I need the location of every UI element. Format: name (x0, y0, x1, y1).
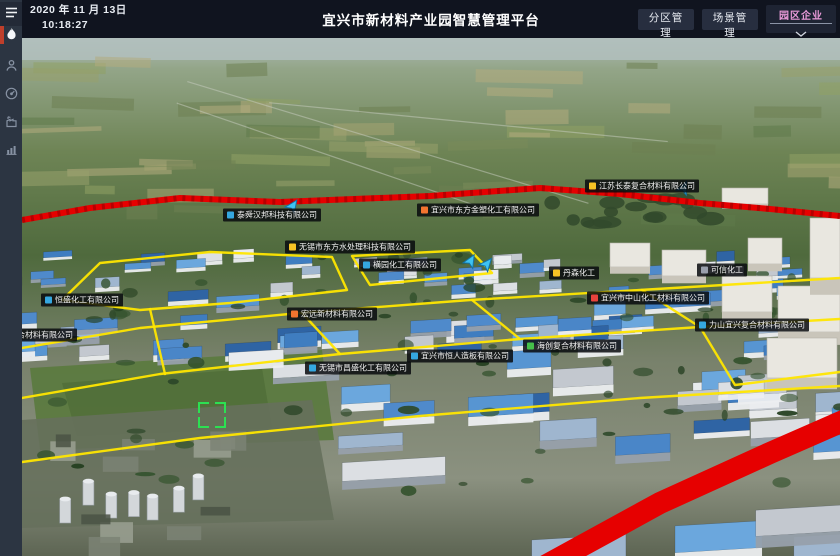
company-label-icon (227, 212, 234, 219)
company-label-icon (591, 295, 598, 302)
company-label[interactable]: 宜兴市恒人造板有限公司 (407, 350, 513, 363)
company-label-icon (527, 343, 534, 350)
company-label[interactable]: 泰舜汉邦科技有限公司 (223, 209, 321, 222)
enterprise-dropdown[interactable]: 园区企业 (766, 5, 836, 33)
scene-management-button[interactable]: 场景管理 (702, 9, 758, 30)
company-label-text: 泰舜汉邦科技有限公司 (237, 209, 317, 222)
company-label-icon (309, 365, 316, 372)
gauge-icon (5, 87, 18, 105)
top-bar: 2020 年 11 月 13日 10:18:27 宜兴市新材料产业园智慧管理平台… (22, 0, 840, 38)
company-label-text: 横园化工有限公司 (373, 259, 437, 272)
company-label-text: 丹森化工 (563, 267, 595, 280)
company-label-icon (589, 183, 596, 190)
company-label-icon (411, 353, 418, 360)
company-label-text: 宜兴市恒人造板有限公司 (421, 350, 509, 363)
company-label-text: 可信化工 (711, 264, 743, 277)
sidebar (0, 0, 22, 556)
app-root: 2020 年 11 月 13日 10:18:27 宜兴市新材料产业园智慧管理平台… (0, 0, 840, 556)
company-label[interactable]: 力山宜兴复合材料有限公司 (695, 319, 809, 332)
menu-button[interactable] (0, 2, 22, 26)
company-label[interactable]: 丹森化工 (549, 267, 599, 280)
company-label-icon (363, 262, 370, 269)
company-label[interactable]: 恒盛化工有限公司 (41, 294, 123, 307)
chevron-down-icon (795, 24, 807, 42)
sidebar-item-stats[interactable] (0, 140, 22, 164)
company-label-text: 宏远新材料有限公司 (301, 308, 373, 321)
enterprise-dropdown-value: 园区企业 (779, 5, 823, 22)
company-label-icon (553, 270, 560, 277)
company-label[interactable]: 海创复合材料有限公司 (523, 340, 621, 353)
flame-icon (5, 27, 18, 46)
sidebar-item-user[interactable] (0, 56, 22, 80)
map-viewport[interactable]: 泰舜汉邦科技有限公司 宜兴市东方金塑化工有限公司 江苏长泰复合材料有限公司无锡市东方… (22, 38, 840, 556)
company-label-text: 江苏长泰复合材料有限公司 (599, 180, 695, 193)
person-icon (5, 59, 18, 77)
sidebar-item-fire[interactable] (0, 24, 22, 48)
company-label[interactable]: 横园化工有限公司 (359, 259, 441, 272)
factory-icon (5, 115, 18, 133)
bar-chart-icon (5, 143, 18, 161)
company-label-text: 宜兴市东方金塑化工有限公司 (431, 204, 535, 217)
company-label[interactable]: 江苏长泰复合材料有限公司 (585, 180, 699, 193)
company-label-text: 恒盛化工有限公司 (55, 294, 119, 307)
company-label-icon (291, 311, 298, 318)
company-label-icon (421, 207, 428, 214)
company-label[interactable]: 可信化工 (697, 264, 747, 277)
sidebar-item-monitor[interactable] (0, 84, 22, 108)
company-label-icon (699, 322, 706, 329)
company-label[interactable]: 宜兴市中山化工材料有限公司 (587, 292, 709, 305)
zone-management-button[interactable]: 分区管理 (638, 9, 694, 30)
company-label-icon (45, 297, 52, 304)
company-label[interactable]: 宏远新材料有限公司 (287, 308, 377, 321)
company-label[interactable]: 无锡市东方水处理科技有限公司 (285, 241, 415, 254)
company-label-text: 宜兴市中山化工材料有限公司 (601, 292, 705, 305)
hamburger-icon (5, 5, 18, 23)
company-label-text: 无锡市昌盛化工有限公司 (319, 362, 407, 375)
company-label-text: 力山宜兴复合材料有限公司 (709, 319, 805, 332)
company-label-text: 远东复合材料有限公司 (22, 329, 73, 342)
sidebar-item-enterprise[interactable] (0, 112, 22, 136)
company-label-text: 海创复合材料有限公司 (537, 340, 617, 353)
company-label[interactable]: 宜兴市东方金塑化工有限公司 (417, 204, 539, 217)
company-label[interactable]: 无锡市昌盛化工有限公司 (305, 362, 411, 375)
company-label-icon (701, 267, 708, 274)
company-label-icon (289, 244, 296, 251)
company-label[interactable]: 远东复合材料有限公司 (22, 329, 77, 342)
company-label-text: 无锡市东方水处理科技有限公司 (299, 241, 411, 254)
header-actions: 分区管理 场景管理 园区企业 (638, 0, 836, 38)
company-labels-layer: 泰舜汉邦科技有限公司 宜兴市东方金塑化工有限公司 江苏长泰复合材料有限公司无锡市东方… (22, 38, 840, 556)
